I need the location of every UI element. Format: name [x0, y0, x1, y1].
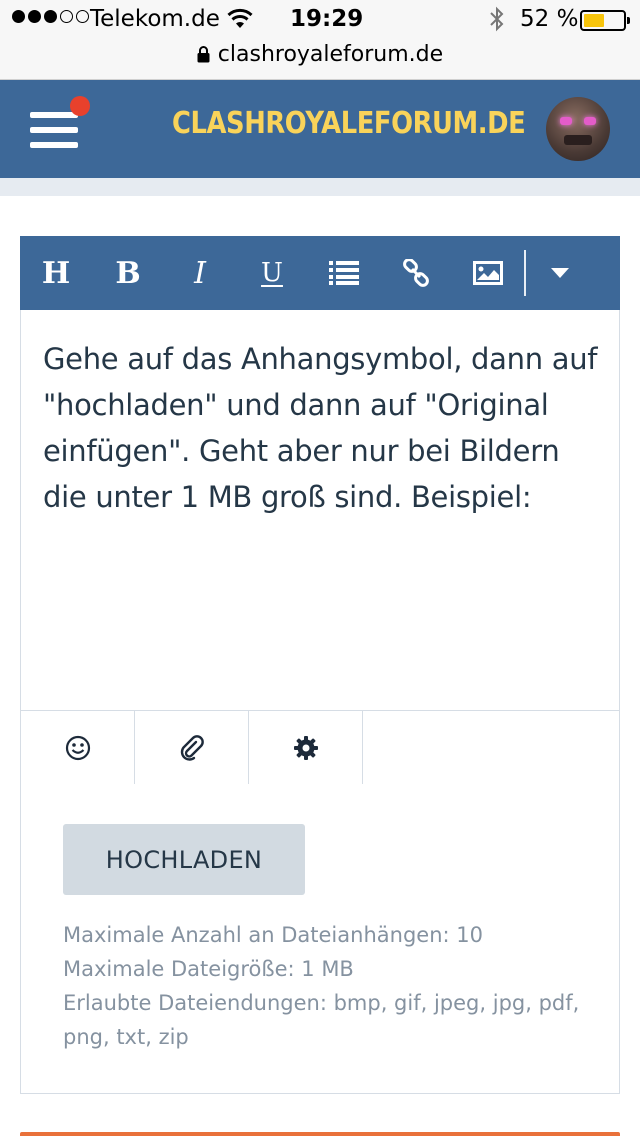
message-editor[interactable]: Gehe auf das Anhangsymbol, dann auf "hoc… [20, 310, 620, 710]
attachments-panel: HOCHLADEN Maximale Anzahl an Dateianhäng… [20, 784, 620, 1094]
editor-content[interactable]: Gehe auf das Anhangsymbol, dann auf "hoc… [43, 336, 603, 520]
allowed-extensions-text: Erlaubte Dateiendungen: bmp, gif, jpeg, … [63, 991, 580, 1049]
dropdown-caret-icon [551, 268, 569, 278]
editor-tabs [20, 710, 620, 785]
clock: 19:29 [290, 6, 364, 32]
site-logo[interactable]: CLASHROYALEFORUM.DE [172, 106, 526, 141]
header-shadow-bar [0, 178, 640, 196]
heading-button[interactable]: H [26, 236, 86, 310]
more-options-button[interactable] [530, 236, 590, 310]
tab-bar-filler [363, 711, 620, 785]
status-bar: Telekom.de 19:29 52 % [0, 0, 640, 40]
bluetooth-icon [490, 6, 504, 32]
attachment-limits: Maximale Anzahl an Dateianhängen: 10 Max… [63, 918, 603, 1054]
upload-button[interactable]: HOCHLADEN [63, 824, 305, 895]
smiley-icon [65, 735, 90, 760]
list-icon [329, 261, 359, 285]
gear-icon [293, 735, 318, 760]
paperclip-icon [180, 735, 204, 761]
heading-icon: H [41, 255, 71, 291]
address-bar[interactable]: clashroyaleforum.de [0, 40, 640, 80]
carrier-name: Telekom.de [90, 6, 220, 32]
tab-attachments[interactable] [135, 711, 249, 785]
image-button[interactable] [458, 236, 518, 310]
image-icon [473, 261, 503, 285]
battery-percent: 52 % [520, 6, 579, 32]
battery-level-fill [584, 14, 604, 27]
bold-button[interactable]: B [98, 236, 158, 310]
toolbar-divider [524, 250, 526, 296]
hamburger-menu-button[interactable] [30, 96, 90, 150]
url-text: clashroyaleforum.de [217, 42, 444, 67]
bottom-accent-bar [20, 1132, 620, 1136]
signal-strength-icon [12, 10, 89, 23]
wifi-icon [227, 8, 253, 28]
italic-button[interactable]: I [170, 236, 230, 310]
underline-icon: U [261, 258, 283, 288]
editor-toolbar: H B I U [20, 236, 620, 310]
site-header: CLASHROYALEFORUM.DE [0, 80, 640, 178]
max-attachments-text: Maximale Anzahl an Dateianhängen: 10 [63, 923, 483, 947]
notification-dot-icon [70, 96, 90, 116]
bold-icon: B [115, 255, 141, 291]
lock-icon [197, 46, 210, 63]
battery-icon [580, 10, 630, 31]
link-button[interactable] [386, 236, 446, 310]
max-filesize-text: Maximale Dateigröße: 1 MB [63, 957, 354, 981]
list-button[interactable] [314, 236, 374, 310]
link-icon [403, 259, 429, 287]
underline-button[interactable]: U [242, 236, 302, 310]
tab-settings[interactable] [249, 711, 363, 785]
user-avatar[interactable] [546, 97, 610, 161]
tab-smilies[interactable] [21, 711, 135, 785]
italic-icon: I [194, 255, 206, 291]
